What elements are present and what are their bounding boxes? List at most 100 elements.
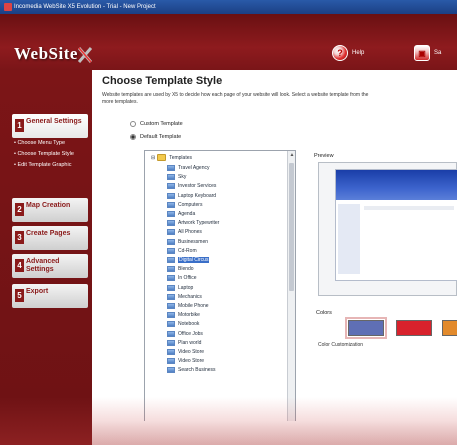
- tree-root[interactable]: ⊟ Templates: [151, 154, 192, 161]
- template-icon: [167, 266, 175, 273]
- step-general-settings[interactable]: 1 General Settings: [12, 114, 88, 138]
- sub-item-edit-template-graphic[interactable]: • Edit Template Graphic: [14, 162, 88, 169]
- tree-item[interactable]: Sky: [167, 174, 186, 181]
- step-map-creation[interactable]: 2 Map Creation: [12, 198, 88, 222]
- scroll-thumb[interactable]: [289, 163, 294, 291]
- custom-template-radio[interactable]: Custom Template: [130, 121, 183, 127]
- tree-item[interactable]: Search Business: [167, 367, 216, 374]
- template-icon: [167, 238, 175, 245]
- template-icon: [167, 367, 175, 374]
- help-icon: ?: [332, 45, 348, 61]
- app-window: Incomedia WebSite X5 Evolution - Trial -…: [0, 0, 457, 445]
- tree-item[interactable]: Cd-Rom: [167, 247, 197, 254]
- sub-item-choose-menu-type[interactable]: • Choose Menu Type: [14, 140, 88, 147]
- tree-item[interactable]: Plan world: [167, 339, 201, 346]
- template-icon: [167, 220, 175, 227]
- radio-label: Custom Template: [140, 121, 183, 127]
- tree-item[interactable]: Digital Circus: [167, 257, 210, 263]
- template-icon: [167, 312, 175, 319]
- help-button[interactable]: ? Help: [332, 44, 364, 62]
- color-customization-label: Color Customization: [318, 342, 364, 348]
- tree-item-label: Blendo: [178, 266, 194, 273]
- tree-item-label: All Phones: [178, 229, 202, 236]
- tree-item[interactable]: Investor Services: [167, 183, 216, 190]
- tree-item[interactable]: Blendo: [167, 266, 194, 273]
- sub-item-choose-template-style[interactable]: • Choose Template Style: [14, 151, 88, 158]
- tree-item[interactable]: Video Store: [167, 358, 204, 365]
- tree-item-label: Travel Agency: [178, 165, 210, 171]
- tree-item[interactable]: Laptop Keyboard: [167, 192, 217, 199]
- step-export[interactable]: 5 Export: [12, 284, 88, 308]
- tree-item-label: In Office: [178, 275, 197, 282]
- save-icon: ▣: [414, 45, 430, 61]
- tree-item-label: Mobile Phone: [178, 303, 209, 309]
- step-create-pages[interactable]: 3 Create Pages: [12, 226, 88, 250]
- template-icon: [167, 330, 175, 337]
- preview-label: Preview: [314, 153, 334, 159]
- template-icon: [167, 275, 175, 282]
- step-label: Map Creation: [26, 202, 71, 209]
- default-template-radio[interactable]: Default Template: [130, 134, 181, 140]
- template-icon: [167, 293, 175, 300]
- tree-item-label: Digital Circus: [178, 257, 210, 263]
- window-title: Incomedia WebSite X5 Evolution - Trial -…: [14, 4, 156, 10]
- radio-button[interactable]: [130, 121, 136, 127]
- step-number: 3: [15, 231, 24, 244]
- tree-item[interactable]: In Office: [167, 275, 197, 282]
- color-swatch-orange[interactable]: [442, 320, 457, 336]
- page-title: Choose Template Style: [102, 75, 223, 87]
- tree-item[interactable]: Agenda: [167, 211, 195, 217]
- page-description-2: more templates.: [102, 99, 138, 105]
- step-label: Create Pages: [26, 230, 71, 237]
- template-icon: [167, 229, 175, 236]
- tree-item[interactable]: Video Store: [167, 349, 204, 355]
- tree-item-label: Laptop Keyboard: [178, 192, 217, 199]
- tree-scrollbar[interactable]: ▲ ▼: [287, 151, 295, 445]
- template-icon: [167, 211, 175, 217]
- tree-item[interactable]: Mechanics: [167, 293, 202, 300]
- title-bar: Incomedia WebSite X5 Evolution - Trial -…: [0, 0, 457, 14]
- save-label: Sa: [434, 50, 442, 56]
- tree-item-label: Artwork Typewriter: [178, 220, 220, 227]
- preview-sidebar: [338, 204, 360, 274]
- tree-root-label: Templates: [169, 154, 192, 161]
- color-swatch-red[interactable]: [396, 320, 432, 336]
- step-advanced-settings[interactable]: 4 Advanced Settings: [12, 254, 88, 278]
- preview-site-image: [335, 169, 457, 281]
- expand-icon[interactable]: ⊟: [151, 155, 155, 161]
- step-sub-list: • Choose Menu Type • Choose Template Sty…: [14, 140, 88, 173]
- template-tree[interactable]: ⊟ Templates ▲ ▼ Travel Agency Sky Investor…: [144, 150, 296, 445]
- tree-item[interactable]: Mobile Phone: [167, 303, 209, 309]
- logo-x-icon: [77, 47, 92, 64]
- template-icon: [167, 339, 175, 346]
- tree-item[interactable]: Motorbike: [167, 312, 200, 319]
- tree-item-label: Laptop: [178, 284, 194, 291]
- template-icon: [167, 174, 175, 181]
- tree-item[interactable]: All Phones: [167, 229, 202, 236]
- page-description: Website templates are used by X5 to deci…: [102, 92, 369, 98]
- tree-item[interactable]: Office Jobs: [167, 330, 203, 337]
- step-number: 4: [15, 259, 24, 272]
- color-swatch-blue[interactable]: [345, 317, 387, 339]
- template-icon: [167, 321, 175, 328]
- tree-item[interactable]: Travel Agency: [167, 165, 210, 171]
- save-button[interactable]: ▣ Sa: [414, 44, 441, 62]
- radio-button[interactable]: [130, 134, 136, 140]
- tree-item[interactable]: Laptop: [167, 284, 194, 291]
- template-icon: [167, 303, 175, 309]
- tree-item-label: Motorbike: [178, 312, 200, 319]
- template-icon: [167, 358, 175, 365]
- step-label: Advanced Settings: [26, 258, 60, 273]
- tree-item[interactable]: Notebook: [167, 321, 199, 328]
- tree-item-label: Agenda: [178, 211, 196, 217]
- template-icon: [167, 349, 175, 355]
- step-number: 2: [15, 203, 24, 216]
- tree-item[interactable]: Businessmen: [167, 238, 208, 245]
- scroll-up-icon[interactable]: ▲: [288, 151, 295, 159]
- tree-item-label: Search Business: [178, 367, 216, 374]
- app-header: WebSite ? Help ▣ Sa: [0, 14, 457, 70]
- tree-item[interactable]: Artwork Typewriter: [167, 220, 220, 227]
- tree-item-label: Computers: [178, 201, 203, 208]
- tree-item[interactable]: Computers: [167, 201, 203, 208]
- help-label: Help: [352, 50, 365, 56]
